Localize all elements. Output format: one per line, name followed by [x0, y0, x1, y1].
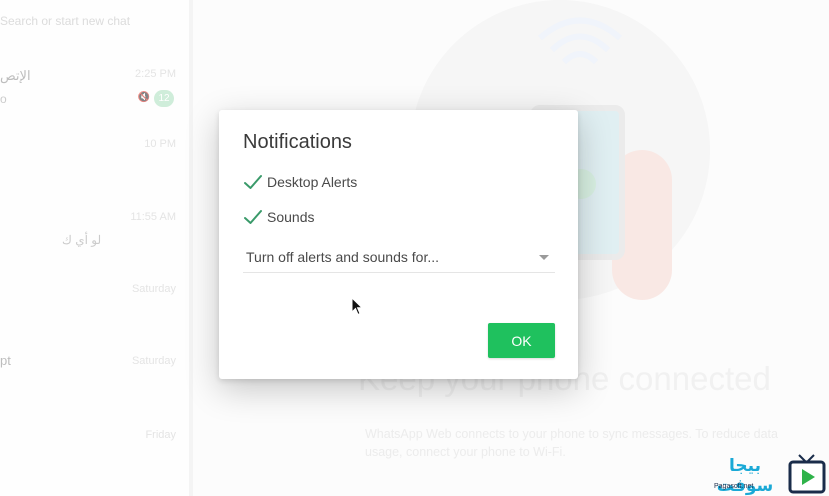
check-icon[interactable] — [243, 207, 263, 227]
dropdown-arrow-icon — [539, 255, 549, 260]
desktop-alerts-option[interactable]: Desktop Alerts — [243, 172, 357, 192]
notifications-dialog: Notifications Desktop Alerts Sounds Turn… — [219, 110, 578, 379]
check-icon[interactable] — [243, 172, 263, 192]
watermark-site: Pagasoft.net — [714, 483, 754, 490]
desktop-alerts-label: Desktop Alerts — [267, 174, 358, 190]
watermark-brand: بيجا سوفت — [716, 456, 774, 496]
ok-button[interactable]: OK — [488, 323, 555, 358]
tv-play-icon — [788, 454, 826, 494]
mute-duration-value: Turn off alerts and sounds for... — [246, 249, 439, 265]
mute-duration-select[interactable]: Turn off alerts and sounds for... — [243, 246, 555, 273]
dialog-title: Notifications — [243, 131, 352, 153]
sounds-option[interactable]: Sounds — [243, 207, 314, 227]
sounds-label: Sounds — [267, 209, 315, 225]
watermark: بيجا سوفت Pagasoft.net — [705, 453, 829, 496]
mouse-cursor-icon — [351, 297, 364, 316]
